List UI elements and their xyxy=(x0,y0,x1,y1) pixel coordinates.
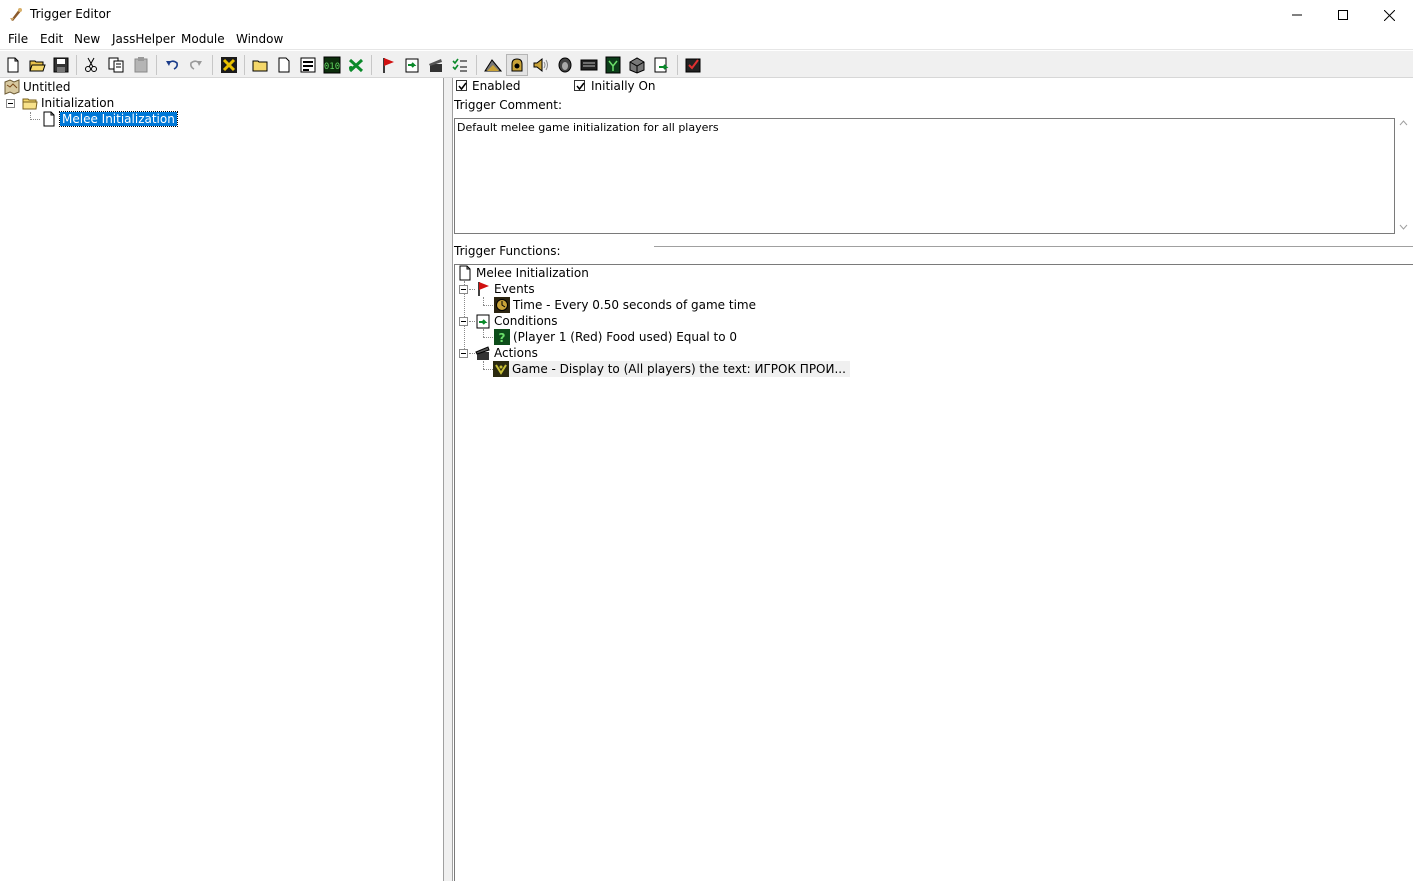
title-bar: Trigger Editor xyxy=(0,0,1413,30)
test-map-icon[interactable] xyxy=(682,54,704,76)
terrain-editor-icon[interactable] xyxy=(482,54,504,76)
new-trigger-icon[interactable] xyxy=(273,54,295,76)
functions-root-label: Melee Initialization xyxy=(476,266,589,280)
open-icon[interactable] xyxy=(26,54,48,76)
conditions-node[interactable]: Conditions xyxy=(475,313,558,329)
trigger-functions-tree: Melee Initialization Events Time - Every… xyxy=(454,264,1413,881)
menu-file[interactable]: File xyxy=(8,32,28,46)
save-icon[interactable] xyxy=(50,54,72,76)
question-icon: ? xyxy=(494,329,510,345)
condition-item-label: (Player 1 (Red) Food used) Equal to 0 xyxy=(513,330,738,344)
initially-on-label: Initially On xyxy=(591,79,656,93)
events-label: Events xyxy=(494,282,535,296)
trigger-icon xyxy=(41,111,57,127)
trigger-editor-app-icon xyxy=(8,6,24,22)
new-category-icon[interactable] xyxy=(249,54,271,76)
trigger-icon xyxy=(457,265,473,281)
maximize-button[interactable] xyxy=(1320,0,1366,30)
svg-text:?: ? xyxy=(499,331,506,345)
tree-trigger-melee-initialization[interactable]: Melee Initialization xyxy=(41,111,178,127)
condition-icon xyxy=(475,313,491,329)
category-collapse-toggle[interactable] xyxy=(6,99,15,108)
map-icon xyxy=(4,79,20,95)
menu-window[interactable]: Window xyxy=(236,32,283,46)
convert-icon[interactable] xyxy=(345,54,367,76)
object-editor-icon[interactable] xyxy=(554,54,576,76)
trigger-editor-icon[interactable] xyxy=(506,54,528,76)
import-manager-icon[interactable] xyxy=(650,54,672,76)
copy-icon[interactable] xyxy=(105,54,127,76)
tree-category-label: Initialization xyxy=(41,96,115,110)
comment-scrollbar[interactable] xyxy=(1395,118,1413,234)
action-clapper-icon xyxy=(475,345,491,361)
menu-edit[interactable]: Edit xyxy=(40,32,63,46)
trigger-comment-text: Default melee game initialization for al… xyxy=(457,121,719,134)
paste-icon[interactable] xyxy=(130,54,152,76)
pane-splitter[interactable] xyxy=(444,78,453,881)
tree-trigger-label: Melee Initialization xyxy=(59,111,178,127)
new-condition-icon[interactable] xyxy=(401,54,423,76)
cut-icon[interactable] xyxy=(80,54,102,76)
events-collapse-toggle[interactable] xyxy=(459,285,468,294)
undo-icon[interactable] xyxy=(161,54,183,76)
svg-text:010: 010 xyxy=(324,62,340,72)
events-node[interactable]: Events xyxy=(475,281,535,297)
initially-on-checkbox[interactable] xyxy=(574,80,585,91)
window-title: Trigger Editor xyxy=(30,7,111,21)
menu-module[interactable]: Module xyxy=(181,32,225,46)
tree-root-map[interactable]: Untitled xyxy=(4,79,70,95)
conditions-label: Conditions xyxy=(494,314,558,328)
event-flag-icon xyxy=(475,281,491,297)
actions-label: Actions xyxy=(494,346,538,360)
tree-category-initialization[interactable]: Initialization xyxy=(22,95,114,111)
trigger-comment-textarea[interactable]: Default melee game initialization for al… xyxy=(454,118,1395,234)
trigger-comment-label: Trigger Comment: xyxy=(454,98,563,112)
trigger-properties-pane: Enabled Initially On Trigger Comment: De… xyxy=(454,78,1413,881)
enabled-checkbox[interactable] xyxy=(456,80,467,91)
minimize-button[interactable] xyxy=(1274,0,1320,30)
tree-root-label: Untitled xyxy=(23,80,71,94)
functions-divider xyxy=(654,246,1413,248)
action-item[interactable]: Game - Display to (All players) the text… xyxy=(493,361,850,377)
event-item[interactable]: Time - Every 0.50 seconds of game time xyxy=(494,297,756,313)
object-manager-icon[interactable] xyxy=(626,54,648,76)
folder-icon xyxy=(22,95,38,111)
sound-editor-icon[interactable] xyxy=(530,54,552,76)
close-button[interactable] xyxy=(1366,0,1412,30)
ai-editor-icon[interactable] xyxy=(602,54,624,76)
trigger-functions-label: Trigger Functions: xyxy=(454,244,561,258)
variables-icon[interactable]: 010 xyxy=(321,54,343,76)
enabled-label: Enabled xyxy=(472,79,521,93)
new-map-icon[interactable] xyxy=(2,54,24,76)
new-action-icon[interactable] xyxy=(425,54,447,76)
jasshelper-icon[interactable] xyxy=(218,54,240,76)
menu-bar: File Edit New JassHelper Module Window xyxy=(0,30,1413,50)
validate-icon[interactable] xyxy=(449,54,471,76)
action-item-label: Game - Display to (All players) the text… xyxy=(512,362,846,376)
game-action-icon xyxy=(493,361,509,377)
new-comment-icon[interactable] xyxy=(297,54,319,76)
condition-item[interactable]: ? (Player 1 (Red) Food used) Equal to 0 xyxy=(494,329,737,345)
toolbar: 010 xyxy=(0,51,1413,78)
clock-icon xyxy=(494,297,510,313)
menu-jasshelper[interactable]: JassHelper xyxy=(112,32,175,46)
conditions-collapse-toggle[interactable] xyxy=(459,317,468,326)
redo-icon[interactable] xyxy=(185,54,207,76)
trigger-tree: Untitled Initialization Melee Initializa… xyxy=(0,78,444,881)
menu-new[interactable]: New xyxy=(74,32,100,46)
event-item-label: Time - Every 0.50 seconds of game time xyxy=(513,298,756,312)
functions-root[interactable]: Melee Initialization xyxy=(457,265,589,281)
actions-node[interactable]: Actions xyxy=(475,345,538,361)
new-event-icon[interactable] xyxy=(377,54,399,76)
campaign-editor-icon[interactable] xyxy=(578,54,600,76)
actions-collapse-toggle[interactable] xyxy=(459,349,468,358)
